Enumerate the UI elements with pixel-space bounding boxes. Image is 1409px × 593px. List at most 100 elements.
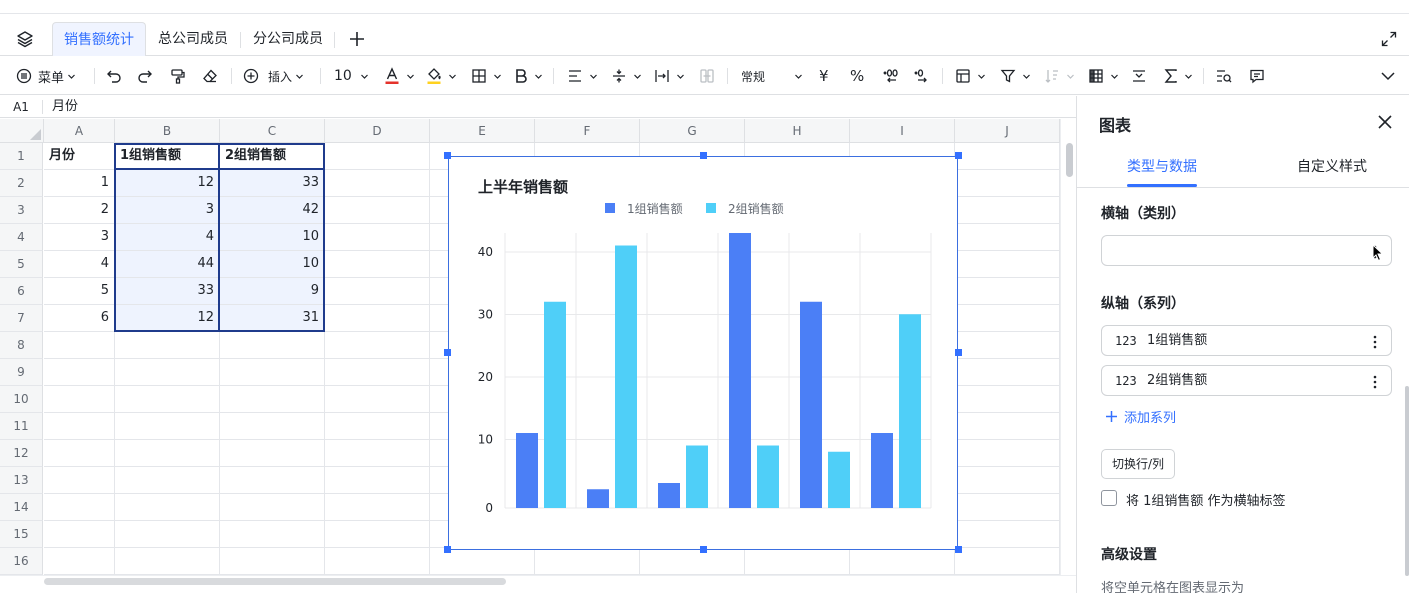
- row-header-6[interactable]: 6: [0, 278, 43, 305]
- decrease-decimal-button[interactable]: [882, 57, 900, 95]
- increase-decimal-button[interactable]: [913, 57, 931, 95]
- row-header-11[interactable]: 11: [0, 413, 43, 440]
- row-header-7[interactable]: 7: [0, 305, 43, 332]
- cell-b4[interactable]: 4: [115, 224, 220, 251]
- close-icon[interactable]: [1377, 114, 1393, 134]
- sort-button[interactable]: [1044, 57, 1075, 95]
- add-series-button[interactable]: 添加系列: [1105, 407, 1176, 426]
- formula-input[interactable]: 月份: [52, 96, 78, 118]
- tab-branch-members[interactable]: 分公司成员: [242, 22, 334, 56]
- fill-color-button[interactable]: [426, 57, 457, 95]
- vertical-scroll-thumb[interactable]: [1066, 143, 1073, 177]
- x-axis-select[interactable]: [1101, 235, 1392, 266]
- clear-format-button[interactable]: [202, 57, 218, 95]
- resize-handle-s[interactable]: [700, 546, 707, 553]
- switch-row-col-button[interactable]: 切换行/列: [1101, 449, 1176, 479]
- column-header-c[interactable]: C: [220, 119, 325, 143]
- use-as-label-checkbox[interactable]: [1101, 490, 1117, 506]
- cell-c6[interactable]: 9: [220, 278, 325, 305]
- cell-reference[interactable]: A1: [0, 96, 42, 118]
- row-header-9[interactable]: 9: [0, 359, 43, 386]
- vertical-scrollbar[interactable]: [1060, 119, 1076, 575]
- currency-format-button[interactable]: ¥: [819, 57, 829, 95]
- cell-a2[interactable]: 1: [44, 170, 115, 197]
- menu-button[interactable]: 菜单: [16, 57, 76, 95]
- find-replace-button[interactable]: [1215, 57, 1233, 95]
- cell-c4[interactable]: 10: [220, 224, 325, 251]
- vertical-align-button[interactable]: [611, 57, 642, 95]
- resize-handle-w[interactable]: [444, 349, 451, 356]
- cell-b5[interactable]: 44: [115, 251, 220, 278]
- tab-custom-style[interactable]: 自定义样式: [1297, 156, 1367, 176]
- number-format-select[interactable]: 常规: [741, 57, 803, 95]
- insert-button[interactable]: 插入: [243, 57, 304, 95]
- borders-button[interactable]: [471, 57, 502, 95]
- tab-sales-stats[interactable]: 销售额统计: [52, 22, 146, 56]
- resize-handle-n[interactable]: [700, 152, 707, 159]
- cell-c3[interactable]: 42: [220, 197, 325, 224]
- cell-a5[interactable]: 4: [44, 251, 115, 278]
- bold-button[interactable]: [514, 57, 543, 95]
- collapse-toolbar-button[interactable]: [1380, 57, 1396, 95]
- percent-format-button[interactable]: %: [850, 57, 864, 95]
- cell-a6[interactable]: 5: [44, 278, 115, 305]
- row-header-2[interactable]: 2: [0, 170, 43, 197]
- resize-handle-e[interactable]: [955, 349, 962, 356]
- column-header-g[interactable]: G: [640, 119, 745, 143]
- cell-c5[interactable]: 10: [220, 251, 325, 278]
- resize-handle-se[interactable]: [955, 546, 962, 553]
- text-wrap-button[interactable]: [654, 57, 685, 95]
- font-color-button[interactable]: [384, 57, 415, 95]
- row-header-16[interactable]: 16: [0, 548, 43, 575]
- tab-hq-members[interactable]: 总公司成员: [147, 22, 239, 56]
- filter-button[interactable]: [1000, 57, 1031, 95]
- row-header-4[interactable]: 4: [0, 224, 43, 251]
- redo-button[interactable]: [137, 57, 153, 95]
- select-all-corner[interactable]: [0, 119, 44, 143]
- row-header-5[interactable]: 5: [0, 251, 43, 278]
- row-height-button[interactable]: [1131, 57, 1147, 95]
- row-header-14[interactable]: 14: [0, 494, 43, 521]
- cell-a7[interactable]: 6: [44, 305, 115, 332]
- row-header-1[interactable]: 1: [0, 143, 43, 170]
- cell-a1[interactable]: 月份: [44, 143, 115, 170]
- fullscreen-icon[interactable]: [1381, 31, 1397, 51]
- row-header-10[interactable]: 10: [0, 386, 43, 413]
- column-header-h[interactable]: H: [745, 119, 850, 143]
- resize-handle-nw[interactable]: [444, 152, 451, 159]
- row-header-8[interactable]: 8: [0, 332, 43, 359]
- panel-scrollbar-thumb[interactable]: [1405, 386, 1409, 576]
- undo-button[interactable]: [106, 57, 122, 95]
- cell-b7[interactable]: 12: [115, 305, 220, 332]
- row-header-3[interactable]: 3: [0, 197, 43, 224]
- tab-type-data[interactable]: 类型与数据: [1127, 156, 1197, 176]
- font-size-select[interactable]: 10: [334, 57, 369, 95]
- chart-object[interactable]: 上半年销售额 1组销售额 2组销售额 0 10 20 30 40: [448, 156, 958, 550]
- column-header-i[interactable]: I: [850, 119, 955, 143]
- sum-button[interactable]: [1164, 57, 1193, 95]
- row-header-12[interactable]: 12: [0, 440, 43, 467]
- column-header-a[interactable]: A: [44, 119, 115, 143]
- cell-a3[interactable]: 2: [44, 197, 115, 224]
- comment-button[interactable]: [1249, 57, 1265, 95]
- resize-handle-ne[interactable]: [955, 152, 962, 159]
- cell-b6[interactable]: 33: [115, 278, 220, 305]
- column-header-f[interactable]: F: [535, 119, 640, 143]
- series-item-2[interactable]: 123 2组销售额: [1101, 365, 1392, 396]
- column-header-b[interactable]: B: [115, 119, 220, 143]
- column-header-e[interactable]: E: [430, 119, 535, 143]
- cell-b3[interactable]: 3: [115, 197, 220, 224]
- merge-cells-button[interactable]: [699, 57, 715, 95]
- column-header-j[interactable]: J: [955, 119, 1060, 143]
- row-header-15[interactable]: 15: [0, 521, 43, 548]
- more-icon[interactable]: [1373, 334, 1377, 353]
- series-item-1[interactable]: 123 1组销售额: [1101, 325, 1392, 356]
- cell-b2[interactable]: 12: [115, 170, 220, 197]
- column-header-d[interactable]: D: [325, 119, 430, 143]
- resize-handle-sw[interactable]: [444, 546, 451, 553]
- cell-c7[interactable]: 31: [220, 305, 325, 332]
- conditional-format-button[interactable]: [955, 57, 986, 95]
- layers-icon[interactable]: [16, 30, 34, 52]
- more-icon[interactable]: [1373, 374, 1377, 393]
- freeze-button[interactable]: [1088, 57, 1119, 95]
